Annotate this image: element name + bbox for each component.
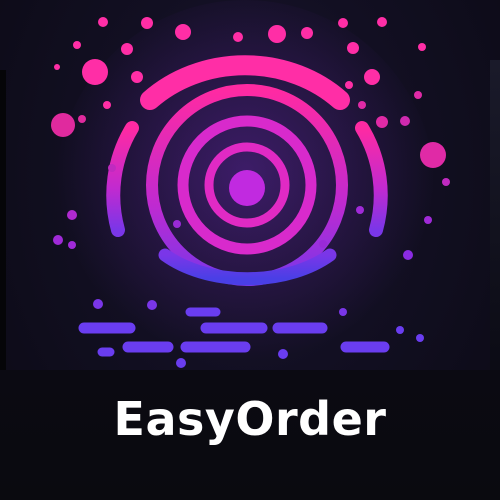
app-icon-canvas: EasyOrder	[0, 0, 500, 500]
center-dot	[229, 170, 265, 206]
brand-name: EasyOrder	[113, 392, 387, 446]
wireless-signal-emblem-icon	[51, 0, 450, 380]
